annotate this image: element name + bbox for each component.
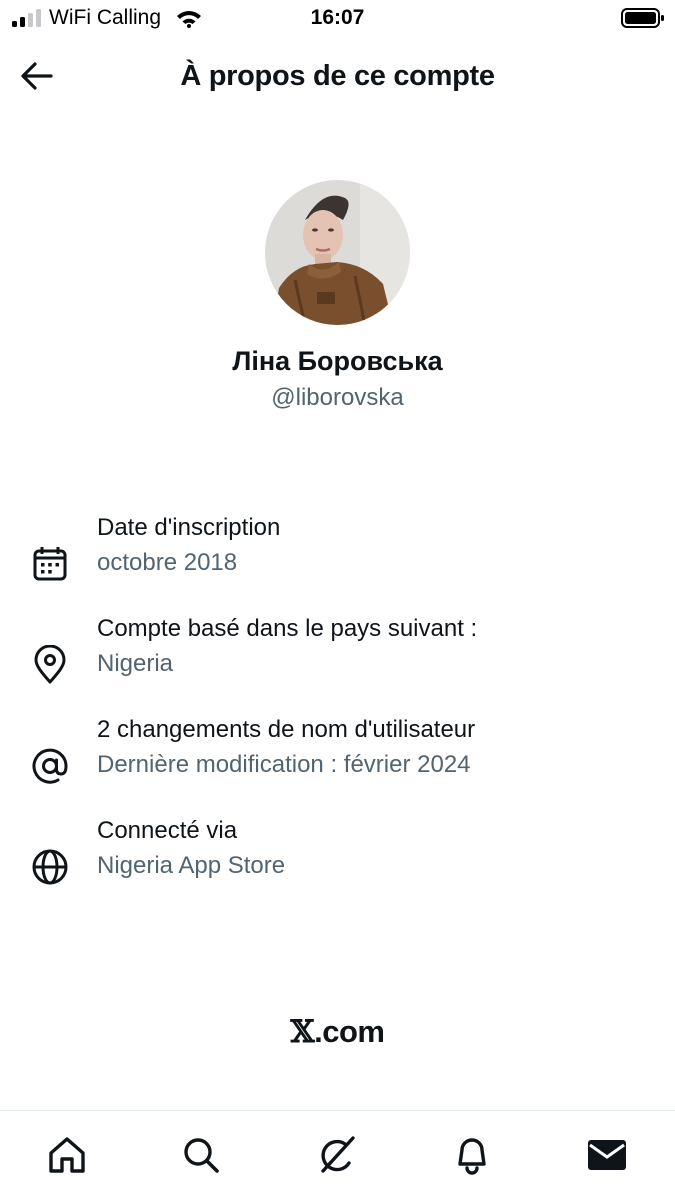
profile-photo (265, 180, 410, 325)
info-row-country: Compte basé dans le pays suivant : Niger… (0, 615, 675, 695)
tab-search[interactable] (179, 1133, 223, 1177)
bottom-tab-bar (0, 1110, 675, 1201)
page-title: À propos de ce compte (180, 60, 495, 92)
battery-icon (621, 8, 664, 28)
country-value: Nigeria (97, 650, 174, 677)
username-changes-value: Dernière modification : février 2024 (97, 751, 471, 778)
at-sign-icon (32, 748, 68, 784)
username-handle: @liborovska (271, 384, 404, 411)
join-date-label: Date d'inscription (97, 514, 281, 541)
tab-messages[interactable] (585, 1133, 629, 1177)
brand-domain: .com (314, 1014, 385, 1049)
tab-grok[interactable] (315, 1133, 359, 1177)
display-name: Ліна Боровська (232, 346, 443, 376)
status-time: 16:07 (310, 6, 365, 29)
grok-icon (321, 1136, 355, 1173)
notifications-bell-icon (458, 1138, 486, 1175)
connected-via-value: Nigeria App Store (97, 852, 286, 879)
globe-icon (32, 849, 68, 885)
x-logo: 𝕏 (290, 1014, 315, 1050)
connected-via-label: Connecté via (97, 817, 238, 844)
calendar-icon (33, 547, 67, 581)
location-pin-icon (34, 645, 66, 684)
avatar[interactable] (265, 180, 410, 325)
info-row-connected-via: Connecté via Nigeria App Store (0, 817, 675, 897)
username-changes-label: 2 changements de nom d'utilisateur (97, 716, 476, 743)
messages-envelope-icon (588, 1140, 626, 1170)
tab-notifications[interactable] (450, 1133, 494, 1177)
country-label: Compte basé dans le pays suivant : (97, 615, 478, 642)
tab-home[interactable] (45, 1133, 89, 1177)
home-icon (49, 1137, 85, 1173)
info-row-username-changes: 2 changements de nom d'utilisateur Derni… (0, 716, 675, 796)
x-com-link[interactable]: 𝕏.com (0, 1014, 675, 1050)
info-row-join-date: Date d'inscription octobre 2018 (0, 514, 675, 594)
join-date-value: octobre 2018 (97, 549, 238, 576)
search-icon (184, 1138, 219, 1173)
header: À propos de ce compte (0, 48, 675, 104)
status-bar: WiFi Calling 16:07 (0, 0, 675, 40)
